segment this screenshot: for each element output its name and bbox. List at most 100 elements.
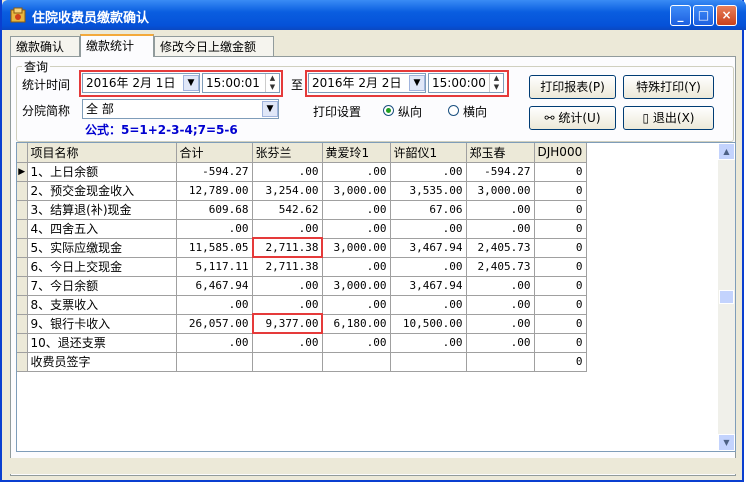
row-item-name[interactable]: 7、今日余额	[27, 276, 177, 296]
row-item-name[interactable]: 5、实际应缴现金	[27, 238, 177, 258]
table-cell[interactable]: 3,254.00	[252, 181, 323, 201]
table-cell[interactable]: .00	[466, 295, 535, 315]
print-report-button[interactable]: 打印报表(P)	[529, 75, 616, 99]
row-item-name[interactable]: 9、银行卡收入	[27, 314, 177, 334]
stats-button[interactable]: ⚯ 统计(U)	[529, 106, 616, 130]
table-cell[interactable]: .00	[252, 333, 323, 353]
table-cell[interactable]: .00	[252, 276, 323, 296]
col-header-xu[interactable]: 许韶仪1	[390, 143, 467, 163]
table-cell[interactable]: .00	[390, 295, 467, 315]
table-cell[interactable]: .00	[322, 295, 391, 315]
tab-modify-today-amount[interactable]: 修改今日上缴金额	[154, 36, 274, 56]
col-header-djh[interactable]: DJH000	[534, 143, 587, 163]
table-cell[interactable]: 0	[534, 162, 587, 182]
table-cell[interactable]: -594.27	[466, 162, 535, 182]
exit-button[interactable]: ▯ 退出(X)	[623, 106, 714, 130]
landscape-label[interactable]: 横向	[463, 103, 487, 120]
table-cell[interactable]: -594.27	[176, 162, 253, 182]
branch-select[interactable]: 全 部 ▼	[82, 99, 279, 119]
table-cell[interactable]: 3,000.00	[322, 238, 391, 258]
table-cell[interactable]: 0	[534, 333, 587, 353]
col-header-huang[interactable]: 黄爱玲1	[322, 143, 391, 163]
table-cell[interactable]: .00	[466, 276, 535, 296]
row-item-name[interactable]: 4、四舍五入	[27, 219, 177, 239]
row-item-name[interactable]: 3、结算退(补)现金	[27, 200, 177, 220]
table-cell[interactable]: .00	[176, 295, 253, 315]
close-button[interactable]: ×	[716, 5, 737, 26]
col-header-zheng[interactable]: 郑玉春	[466, 143, 535, 163]
table-cell[interactable]: .00	[322, 219, 391, 239]
chevron-down-icon[interactable]: ▼	[262, 101, 278, 117]
table-cell[interactable]: .00	[390, 257, 467, 277]
col-header-zhang[interactable]: 张芬兰	[252, 143, 323, 163]
table-cell[interactable]: 0	[534, 238, 587, 258]
table-cell[interactable]: .00	[322, 257, 391, 277]
col-header-total[interactable]: 合计	[176, 143, 253, 163]
table-cell[interactable]: 2,405.73	[466, 257, 535, 277]
row-indicator[interactable]	[17, 257, 28, 277]
row-indicator[interactable]	[17, 352, 28, 372]
table-row[interactable]: 收费员签字 0	[17, 352, 587, 372]
row-item-name[interactable]: 6、今日上交现金	[27, 257, 177, 277]
table-cell[interactable]	[390, 352, 467, 372]
table-cell[interactable]: 11,585.05	[176, 238, 253, 258]
table-cell[interactable]	[176, 352, 253, 372]
table-cell[interactable]: .00	[466, 333, 535, 353]
scroll-up-icon[interactable]: ▲	[718, 143, 735, 160]
table-cell[interactable]: 0	[534, 295, 587, 315]
table-cell[interactable]: .00	[322, 333, 391, 353]
table-cell[interactable]: 3,000.00	[466, 181, 535, 201]
table-cell[interactable]: 609.68	[176, 200, 253, 220]
row-indicator[interactable]	[17, 181, 28, 201]
current-row-indicator-icon[interactable]: ▶	[17, 162, 28, 182]
row-indicator[interactable]	[17, 295, 28, 315]
row-item-name[interactable]: 收费员签字	[27, 352, 177, 372]
table-row[interactable]: 8、支票收入 .00.00.00.00.00 0	[17, 295, 587, 315]
row-item-name[interactable]: 2、预交金现金收入	[27, 181, 177, 201]
row-indicator[interactable]	[17, 314, 28, 334]
row-indicator[interactable]	[17, 333, 28, 353]
table-cell[interactable]: .00	[466, 314, 535, 334]
table-cell[interactable]: 67.06	[390, 200, 467, 220]
table-cell[interactable]: 12,789.00	[176, 181, 253, 201]
table-cell[interactable]: 2,711.38	[252, 257, 323, 277]
row-item-name[interactable]: 1、上日余额	[27, 162, 177, 182]
table-cell[interactable]: 3,467.94	[390, 276, 467, 296]
tab-payment-stats[interactable]: 缴款统计	[80, 34, 154, 57]
table-cell[interactable]: 542.62	[252, 200, 323, 220]
table-cell[interactable]: .00	[390, 333, 467, 353]
table-cell[interactable]: .00	[322, 200, 391, 220]
table-cell[interactable]: 10,500.00	[390, 314, 467, 334]
special-print-button[interactable]: 特殊打印(Y)	[623, 75, 714, 99]
table-cell[interactable]	[322, 352, 391, 372]
table-cell[interactable]: .00	[252, 295, 323, 315]
row-indicator[interactable]	[17, 238, 28, 258]
table-cell[interactable]: 3,467.94	[390, 238, 467, 258]
table-cell[interactable]: 0	[534, 219, 587, 239]
col-header-item[interactable]: 项目名称	[27, 143, 177, 163]
table-cell[interactable]: 3,000.00	[322, 181, 391, 201]
table-cell[interactable]: 3,535.00	[390, 181, 467, 201]
row-item-name[interactable]: 10、退还支票	[27, 333, 177, 353]
table-cell[interactable]: 0	[534, 257, 587, 277]
table-cell[interactable]: .00	[322, 162, 391, 182]
table-row[interactable]: 10、退还支票 .00.00.00.00.00 0	[17, 333, 587, 353]
table-cell[interactable]: .00	[252, 162, 323, 182]
table-cell[interactable]: 0	[534, 276, 587, 296]
scroll-down-icon[interactable]: ▼	[718, 434, 735, 451]
row-indicator[interactable]	[17, 200, 28, 220]
table-cell[interactable]: .00	[466, 219, 535, 239]
table-cell[interactable]: 6,467.94	[176, 276, 253, 296]
row-indicator[interactable]	[17, 219, 28, 239]
table-cell[interactable]: 5,117.11	[176, 257, 253, 277]
title-bar[interactable]: 住院收费员缴款确认 _ □ ×	[2, 0, 746, 30]
table-cell[interactable]: 2,405.73	[466, 238, 535, 258]
table-row[interactable]: 3、结算退(补)现金 609.68 542.62.00 67.06.00 0	[17, 200, 587, 220]
table-row[interactable]: 4、四舍五入 .00.00.00.00.00 0	[17, 219, 587, 239]
portrait-label[interactable]: 纵向	[398, 103, 422, 120]
table-cell[interactable]: 0	[534, 314, 587, 334]
table-cell[interactable]: .00	[390, 162, 467, 182]
row-item-name[interactable]: 8、支票收入	[27, 295, 177, 315]
table-row[interactable]: ▶ 1、上日余额 -594.27.00.00.00 -594.27 0	[17, 162, 587, 182]
table-cell[interactable]: 26,057.00	[176, 314, 253, 334]
